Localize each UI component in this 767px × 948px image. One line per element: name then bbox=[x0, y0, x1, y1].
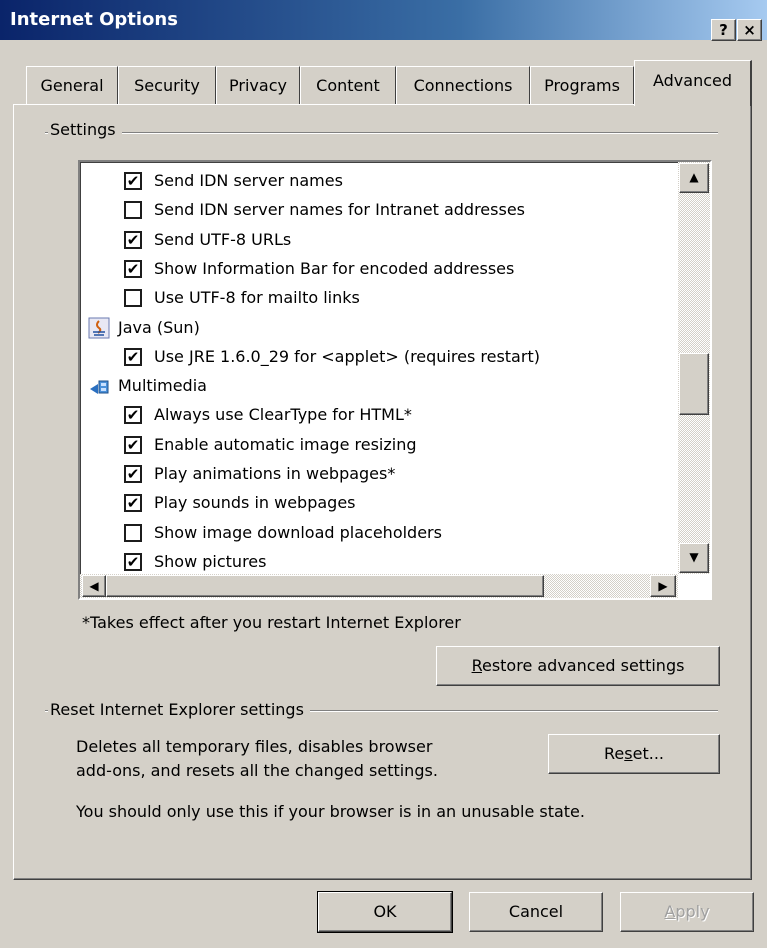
checkbox-checked[interactable]: ✔ bbox=[124, 172, 142, 190]
setting-label: Show pictures bbox=[154, 551, 267, 571]
reset-label-post: et... bbox=[632, 744, 664, 763]
scroll-left-button[interactable]: ◀ bbox=[82, 575, 106, 597]
checkbox-unchecked[interactable] bbox=[124, 201, 142, 220]
checkbox-checked[interactable]: ✔ bbox=[124, 494, 142, 513]
checkbox-checked[interactable]: ✔ bbox=[124, 230, 142, 249]
tab-privacy[interactable]: Privacy bbox=[216, 66, 300, 104]
setting-label: Enable automatic image resizing bbox=[154, 434, 417, 454]
window-title: Internet Options bbox=[10, 9, 178, 30]
setting-label: Send IDN server names for Intranet addre… bbox=[154, 200, 525, 220]
close-button[interactable]: × bbox=[737, 19, 762, 41]
setting-label: Send UTF-8 URLs bbox=[154, 229, 292, 249]
restore-label-accel: R bbox=[471, 656, 482, 675]
setting-label: Java (Sun) bbox=[118, 317, 200, 337]
restart-note: *Takes effect after you restart Internet… bbox=[82, 613, 461, 632]
tab-general[interactable]: General bbox=[26, 66, 118, 104]
multimedia-icon bbox=[88, 375, 110, 397]
setting-label: Play sounds in webpages bbox=[154, 493, 356, 513]
ok-button[interactable]: OK bbox=[317, 891, 453, 933]
restore-advanced-settings-button[interactable]: Restore advanced settings bbox=[436, 646, 720, 686]
java-icon bbox=[88, 317, 110, 339]
down-arrow-icon: ▼ bbox=[689, 550, 699, 564]
checkbox-checked[interactable]: ✔ bbox=[124, 552, 142, 571]
up-arrow-icon: ▲ bbox=[689, 170, 699, 184]
scroll-down-button[interactable]: ▼ bbox=[679, 543, 709, 573]
apply-button[interactable]: Apply bbox=[620, 892, 754, 932]
reset-label-accel: s bbox=[624, 744, 633, 763]
checkbox-unchecked[interactable] bbox=[124, 523, 142, 542]
settings-group-line bbox=[45, 132, 718, 134]
reset-description-line2: add-ons, and resets all the changed sett… bbox=[76, 761, 438, 780]
right-arrow-icon: ▶ bbox=[658, 579, 668, 593]
settings-list[interactable]: ✔ Send IDN server names Send IDN server na… bbox=[78, 160, 712, 600]
setting-label: Play animations in webpages* bbox=[154, 464, 396, 483]
reset-warning: You should only use this if your browser… bbox=[76, 802, 585, 821]
left-arrow-icon: ◀ bbox=[89, 579, 99, 593]
checkbox-checked[interactable]: ✔ bbox=[124, 465, 142, 483]
reset-description-line1: Deletes all temporary files, disables br… bbox=[76, 737, 433, 756]
tab-security[interactable]: Security bbox=[118, 66, 216, 104]
apply-label-post: pply bbox=[675, 902, 710, 921]
setting-label: Show image download placeholders bbox=[154, 522, 442, 542]
checkbox-checked[interactable]: ✔ bbox=[124, 406, 142, 425]
vertical-scroll-thumb[interactable] bbox=[679, 353, 709, 415]
setting-label: Always use ClearType for HTML* bbox=[154, 405, 412, 425]
checkbox-checked[interactable]: ✔ bbox=[124, 435, 142, 454]
scroll-right-button[interactable]: ▶ bbox=[650, 575, 676, 597]
cancel-button[interactable]: Cancel bbox=[469, 892, 603, 932]
tab-connections[interactable]: Connections bbox=[396, 66, 530, 104]
checkbox-checked[interactable]: ✔ bbox=[124, 347, 142, 366]
restore-label-post: estore advanced settings bbox=[481, 656, 685, 675]
setting-label: Use JRE 1.6.0_29 for <applet> (requires … bbox=[154, 346, 540, 366]
reset-button[interactable]: Reset... bbox=[548, 734, 720, 774]
setting-label: Show Information Bar for encoded address… bbox=[154, 258, 515, 278]
checkbox-checked[interactable]: ✔ bbox=[124, 259, 142, 278]
setting-label: Send IDN server names bbox=[154, 171, 343, 190]
checkbox-unchecked[interactable] bbox=[124, 289, 142, 308]
tab-programs[interactable]: Programs bbox=[530, 66, 634, 104]
tab-advanced[interactable]: Advanced bbox=[634, 60, 752, 106]
setting-label: Multimedia bbox=[118, 376, 207, 396]
apply-label-accel: A bbox=[664, 902, 676, 921]
reset-group-label: Reset Internet Explorer settings bbox=[48, 700, 310, 719]
reset-label-pre: Re bbox=[604, 744, 625, 763]
setting-label: Use UTF-8 for mailto links bbox=[154, 288, 360, 308]
settings-group-label: Settings bbox=[48, 120, 122, 139]
tab-content[interactable]: Content bbox=[300, 66, 396, 104]
help-button[interactable]: ? bbox=[711, 19, 736, 41]
scroll-up-button[interactable]: ▲ bbox=[679, 163, 709, 193]
horizontal-scroll-thumb[interactable] bbox=[106, 575, 544, 597]
